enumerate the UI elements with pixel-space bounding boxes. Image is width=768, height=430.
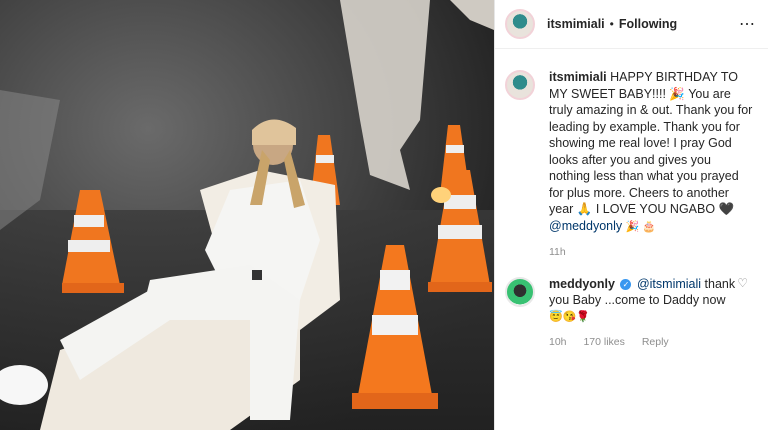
reply-time[interactable]: 10h: [549, 336, 567, 348]
more-options-icon[interactable]: ⋯: [739, 14, 756, 34]
post-photo[interactable]: [0, 0, 494, 430]
caption-meta: 11h: [549, 244, 754, 261]
caption-username[interactable]: itsmimiali: [549, 70, 607, 84]
reply-mention[interactable]: @itsmimiali: [637, 277, 701, 291]
reply-comment: meddyonly ✓ @itsmimiali thank you Baby .…: [495, 276, 768, 351]
caption-emoji: 🎉 🎂: [625, 220, 657, 233]
reply-body: meddyonly ✓ @itsmimiali thank you Baby .…: [549, 276, 754, 351]
reply-button[interactable]: Reply: [642, 336, 669, 348]
caption-time[interactable]: 11h: [549, 246, 566, 258]
caption: itsmimiali HAPPY BIRTHDAY TO MY SWEET BA…: [495, 69, 768, 261]
reply-avatar[interactable]: [505, 276, 535, 307]
author-avatar[interactable]: [505, 9, 535, 39]
post-side-panel: itsmimiali • Following ⋯ itsmimiali HAPP…: [494, 0, 768, 430]
caption-mention[interactable]: @meddyonly: [549, 219, 622, 233]
verified-badge-icon: ✓: [620, 278, 632, 290]
caption-body: itsmimiali HAPPY BIRTHDAY TO MY SWEET BA…: [549, 69, 754, 261]
reply-username[interactable]: meddyonly: [549, 277, 615, 291]
post-image: [0, 0, 494, 430]
caption-text: HAPPY BIRTHDAY TO MY SWEET BABY!!!! 🎉 Yo…: [549, 70, 753, 216]
following-button[interactable]: Following: [619, 17, 677, 31]
reply-meta: 10h 170 likes Reply: [549, 334, 754, 351]
like-heart-icon[interactable]: ♡: [737, 276, 748, 290]
reply-likes[interactable]: 170 likes: [583, 336, 624, 348]
author-username[interactable]: itsmimiali: [547, 17, 605, 31]
caption-avatar[interactable]: [505, 70, 535, 100]
post-header: itsmimiali • Following ⋯: [495, 0, 768, 49]
separator-dot: •: [609, 17, 614, 31]
reply-emoji: 😇😘🌹: [549, 310, 591, 323]
